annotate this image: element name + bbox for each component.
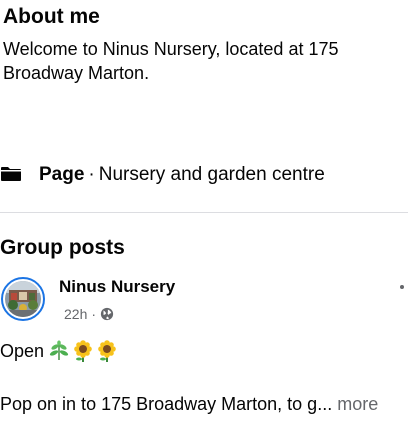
post-meta: 22h · bbox=[64, 305, 114, 323]
about-title: About me bbox=[3, 5, 100, 28]
herb-icon bbox=[49, 340, 69, 361]
post-open-line: Open bbox=[0, 339, 120, 363]
page-category-row: Page · Nursery and garden centre bbox=[0, 161, 325, 189]
sunflower-icon bbox=[74, 340, 92, 362]
globe-icon bbox=[100, 307, 114, 321]
flag-icon bbox=[1, 167, 21, 181]
group-posts-title: Group posts bbox=[0, 236, 125, 259]
avatar[interactable] bbox=[1, 277, 45, 321]
about-text: Welcome to Ninus Nursery, located at 175… bbox=[3, 39, 339, 83]
post-time[interactable]: 22h bbox=[64, 306, 87, 322]
post-meta-separator: · bbox=[91, 306, 97, 322]
nursery-photo-icon bbox=[5, 281, 41, 317]
avatar-image bbox=[5, 281, 41, 317]
post-open-text: Open bbox=[0, 340, 45, 361]
section-divider bbox=[0, 212, 408, 213]
see-more-link[interactable]: more bbox=[337, 394, 378, 414]
more-options-icon[interactable] bbox=[398, 282, 408, 292]
sunflower-icon bbox=[98, 340, 116, 362]
page-category: Nursery and garden centre bbox=[98, 164, 325, 185]
page-separator: · bbox=[88, 164, 95, 185]
post-body-text: Pop on in to 175 Broadway Marton, to g..… bbox=[0, 394, 333, 414]
page-label: Page bbox=[39, 164, 85, 185]
post-author[interactable]: Ninus Nursery bbox=[59, 276, 175, 298]
page-root: About me Welcome to Ninus Nursery, locat… bbox=[0, 0, 408, 422]
post-body: Pop on in to 175 Broadway Marton, to g..… bbox=[0, 392, 408, 416]
